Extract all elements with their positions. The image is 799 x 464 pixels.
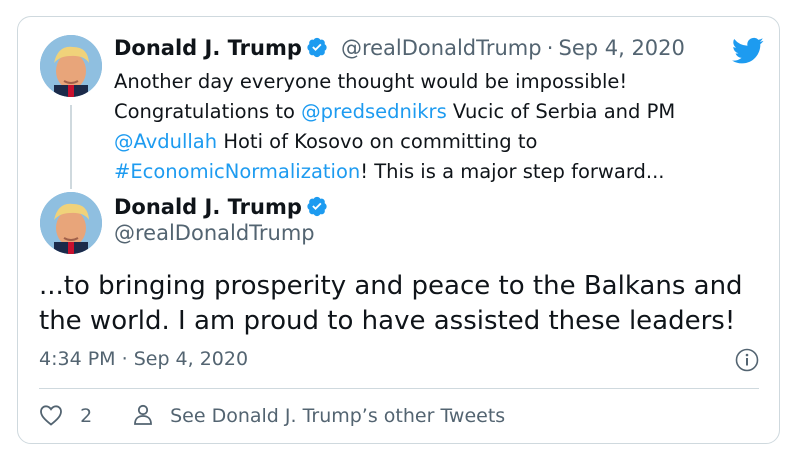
text-segment: Another day everyone thought would be im… bbox=[114, 70, 628, 93]
tweet-date[interactable]: Sep 4, 2020 bbox=[558, 36, 684, 60]
mention-link[interactable]: @predsednikrs bbox=[301, 100, 447, 123]
text-segment: ! This is a major step forward... bbox=[360, 160, 665, 183]
first-tweet-text: Another day everyone thought would be im… bbox=[114, 67, 754, 187]
author-avatar[interactable] bbox=[40, 192, 102, 254]
first-tweet-header: Donald J. Trump @realDonaldTrump · Sep 4… bbox=[114, 36, 714, 60]
tweet-date: Sep 4, 2020 bbox=[133, 348, 249, 370]
text-segment: Congratulations to bbox=[114, 100, 302, 123]
author-avatar[interactable] bbox=[40, 35, 102, 97]
divider bbox=[39, 388, 759, 389]
author-handle[interactable]: @realDonaldTrump bbox=[114, 221, 328, 245]
see-other-tweets-link[interactable]: See Donald J. Trump’s other Tweets bbox=[133, 404, 505, 427]
author-name[interactable]: Donald J. Trump bbox=[114, 195, 302, 219]
info-icon[interactable] bbox=[735, 348, 759, 376]
heart-icon bbox=[40, 405, 62, 426]
like-count: 2 bbox=[80, 405, 93, 427]
text-line: Another day everyone thought would be im… bbox=[114, 67, 754, 97]
tweet-time: 4:34 PM bbox=[39, 348, 116, 370]
hashtag-link[interactable]: #EconomicNormalization bbox=[114, 160, 360, 183]
author-name[interactable]: Donald J. Trump bbox=[114, 36, 302, 60]
avatar-image bbox=[40, 35, 102, 97]
text-line: #EconomicNormalization! This is a major … bbox=[114, 157, 754, 187]
text-line: ...to bringing prosperity and peace to t… bbox=[39, 271, 743, 301]
main-tweet-author: Donald J. Trump @realDonaldTrump bbox=[114, 195, 328, 245]
separator-dot: · bbox=[121, 348, 128, 370]
like-button[interactable]: 2 bbox=[39, 404, 92, 427]
person-icon bbox=[134, 404, 152, 425]
separator-dot: · bbox=[546, 36, 554, 60]
text-line: the world. I am proud to have assisted t… bbox=[39, 306, 736, 336]
mention-link[interactable]: @Avdullah bbox=[114, 130, 217, 153]
main-tweet-text: ...to bringing prosperity and peace to t… bbox=[39, 269, 743, 339]
twitter-bird-icon[interactable] bbox=[732, 37, 764, 69]
text-line: Congratulations to @predsednikrs Vucic o… bbox=[114, 97, 754, 127]
author-handle[interactable]: @realDonaldTrump bbox=[341, 36, 542, 60]
tweet-timestamp[interactable]: 4:34 PM · Sep 4, 2020 bbox=[39, 348, 248, 370]
text-segment: Vucic of Serbia and PM bbox=[446, 100, 676, 123]
verified-badge-icon bbox=[307, 196, 327, 217]
avatar-image bbox=[40, 192, 102, 254]
text-line: @Avdullah Hoti of Kosovo on committing t… bbox=[114, 127, 754, 157]
verified-badge-icon bbox=[307, 37, 327, 58]
tweet-embed-card: Donald J. Trump @realDonaldTrump · Sep 4… bbox=[17, 16, 780, 444]
thread-connector bbox=[70, 105, 72, 189]
text-segment: Hoti of Kosovo on committing to bbox=[217, 130, 538, 153]
see-other-tweets-label: See Donald J. Trump’s other Tweets bbox=[170, 405, 506, 427]
